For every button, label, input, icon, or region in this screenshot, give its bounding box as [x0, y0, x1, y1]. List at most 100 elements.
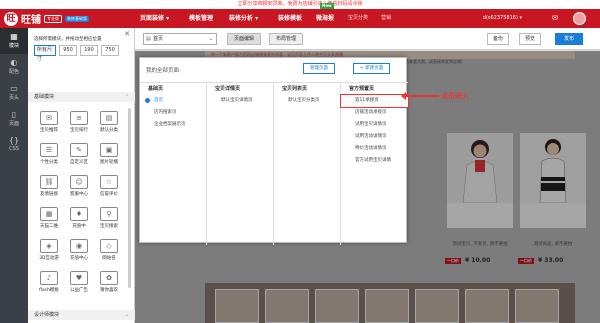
page-item-trial-activity[interactable]: 试用活动详情页	[341, 131, 408, 143]
module-tile[interactable]: ▣ 图片轮播	[94, 140, 124, 170]
module-tile[interactable]: ◈ 3D互动游	[34, 236, 64, 266]
size-option-190[interactable]: 190	[80, 45, 98, 56]
manage-pages-button[interactable]: 管理页面	[303, 63, 335, 74]
account-name[interactable]: d(s62375816) ▾	[483, 9, 522, 28]
module-tile[interactable]: ☰ 个性分类	[34, 140, 64, 170]
page-item-store-search[interactable]: 店内搜索页	[140, 107, 206, 119]
tab-layout-management[interactable]: 布局管理	[269, 33, 304, 45]
module-icon: ♥	[70, 271, 88, 285]
module-label: 信誉评价	[100, 192, 118, 197]
module-tile[interactable]: ▤ 默认分类	[94, 108, 124, 138]
module-tile[interactable]: ≡ 宝贝排行	[64, 108, 94, 138]
module-tile[interactable]: ☺ 客服中心	[64, 172, 94, 202]
page-item-double-11[interactable]: 双11承接页	[340, 94, 409, 108]
rail-item-colors[interactable]: ◐ 配色	[0, 54, 28, 80]
rail-item-header[interactable]: ▭ 页头	[0, 80, 28, 106]
page-item-default-category[interactable]: 默认宝贝分类页	[274, 95, 340, 107]
module-icon: ⚲	[100, 207, 118, 221]
module-icon: ✉	[40, 111, 58, 125]
module-label: 公益广告	[70, 288, 88, 293]
module-tile[interactable]: ⛓ 友情链接	[34, 172, 64, 202]
module-label: 天猫二维	[40, 224, 58, 229]
nav-decoration-templates[interactable]: 装修模板	[278, 9, 302, 28]
page-list-popup: 我的全部页面: 管理页面 + 新建页面 基础页 首页 店内搜索页 企业档案展示页…	[139, 57, 409, 245]
module-grid: ✉ 宝贝推荐 ≡ 宝贝排行 ▤ 默认分类 ☰ 个性分类 ✎ 自定义区 ▣ 图片轮播 ⛓ 友情链接 ☺ 客服中心…	[34, 108, 124, 298]
publish-button[interactable]: 发布	[555, 33, 584, 45]
column-heading: 宝贝详情页	[215, 86, 241, 92]
close-icon[interactable]: ✕	[124, 30, 130, 38]
rail-item-modules[interactable]: ▦ 模块	[0, 28, 28, 54]
column-heading: 宝贝列表页	[282, 86, 308, 92]
arrow-left-icon	[401, 92, 439, 100]
module-icon: ♪	[40, 271, 58, 285]
header-icon: ▭	[10, 84, 18, 93]
rail-item-page[interactable]: ▯ 页面	[0, 106, 28, 132]
nav-item-category[interactable]: 宝贝分类	[348, 9, 368, 28]
column-heading: 基础页	[148, 86, 164, 92]
palette-icon: ◐	[10, 58, 18, 67]
page-item-home[interactable]: 首页	[140, 95, 206, 107]
module-icon: ✎	[70, 143, 88, 157]
page-item-official-trial[interactable]: 官方试用宝贝详情	[341, 155, 408, 167]
tab-page-edit[interactable]: 页面编辑	[227, 33, 262, 45]
page-item-default-detail[interactable]: 默认宝贝详情页	[207, 95, 273, 107]
module-tile[interactable]: ♥ 公益广告	[64, 268, 94, 298]
module-tile[interactable]: ⚲ 宝贝搜索	[94, 204, 124, 234]
module-tile[interactable]: ♦ 充值中	[64, 204, 94, 234]
basic-modules-heading[interactable]: 基础模块 ⌃	[28, 92, 135, 102]
preview-button[interactable]: 预览	[519, 33, 542, 45]
module-label: 充值中心	[70, 256, 88, 261]
module-tile[interactable]: ✎ 自定义区	[64, 140, 94, 170]
nav-template-management[interactable]: 模板管理	[189, 9, 213, 28]
module-tile[interactable]: ✉ 宝贝推荐	[34, 108, 64, 138]
panel-scrollbar[interactable]	[128, 108, 131, 288]
size-option-950[interactable]: 950	[59, 45, 77, 56]
module-label: 宝贝推荐	[40, 128, 58, 133]
size-option-750[interactable]: 750	[101, 45, 119, 56]
page-select[interactable]: ▤ 首页 ⌄	[143, 33, 217, 45]
module-tile[interactable]: ▦ 天猫二维	[34, 204, 64, 234]
mail-icon[interactable]: ✉	[552, 14, 558, 22]
new-page-button[interactable]: + 新建页面	[353, 63, 391, 74]
module-tile[interactable]: ♪ flash模板	[34, 268, 64, 298]
avatar[interactable]	[573, 12, 586, 25]
logo-icon: 旺	[4, 11, 18, 26]
module-icon: ▣	[100, 143, 118, 157]
page-item-store-activity[interactable]: 店铺活动承接页	[341, 107, 408, 119]
designer-modules-heading[interactable]: 设计师模块 ⌄	[28, 310, 135, 320]
edition-badge-2[interactable]: 装修基础版	[65, 15, 89, 22]
page-columns: 基础页 首页 店内搜索页 企业档案展示页 宝贝详情页 默认宝贝详情页 宝贝列表页…	[140, 82, 409, 245]
module-panel: ✕ 选择所需模块，并拖动至相应位置 所有尺寸 950 190 750 基础模块 ⌃…	[28, 28, 135, 323]
panel-tip: 选择所需模块，并拖动至相应位置	[34, 37, 102, 42]
module-icon: ☺	[70, 175, 88, 189]
backup-button[interactable]: 备份	[487, 33, 510, 45]
page-item-company-profile[interactable]: 企业档案展示页	[140, 119, 206, 131]
module-label: 默认分类	[100, 128, 118, 133]
module-label: 充值中	[72, 224, 86, 229]
nav-decoration-analysis[interactable]: 装修分析 ▾	[229, 9, 258, 28]
module-label: 宝贝排行	[70, 128, 88, 133]
module-tile[interactable]: ◇ 网站名	[94, 236, 124, 266]
edition-badge: 专业版	[44, 14, 62, 23]
module-tile[interactable]: ☆ 信誉评价	[94, 172, 124, 202]
nav-marketing[interactable]: 营销	[381, 9, 391, 28]
size-select[interactable]: 所有尺寸	[34, 45, 56, 62]
module-label: flash模板	[39, 288, 59, 293]
logo-text: 旺铺	[21, 15, 41, 26]
grid-icon: ▦	[10, 32, 18, 41]
module-tile[interactable]: ✿ 猜你喜欢	[94, 268, 124, 298]
rail-item-css[interactable]: {} CSS	[0, 132, 28, 158]
page-item-trial-detail[interactable]: 试用宝贝详情页	[341, 119, 408, 131]
page-item-special-activity[interactable]: 特价活动详情页	[341, 143, 408, 155]
logo: 旺 旺铺 专业版 装修基础版	[4, 11, 89, 26]
chevron-down-icon: ⌄	[124, 312, 129, 318]
column-basic-pages: 基础页 首页 店内搜索页 企业档案展示页	[140, 83, 207, 245]
notice-bar[interactable]: 立即分享御报到员新，免费为店铺引流 | 微信扫码请点我	[0, 0, 600, 9]
module-label: 友情链接	[40, 192, 58, 197]
column-item-detail-pages: 宝贝详情页 默认宝贝详情页	[207, 83, 274, 245]
nav-micro-poster[interactable]: New 微海报	[316, 3, 334, 28]
nav-page-decoration[interactable]: 页面装修 ▾	[140, 9, 169, 28]
new-tag: New	[320, 3, 334, 9]
module-icon: ☰	[40, 143, 58, 157]
module-tile[interactable]: ◉ 充值中心	[64, 236, 94, 266]
